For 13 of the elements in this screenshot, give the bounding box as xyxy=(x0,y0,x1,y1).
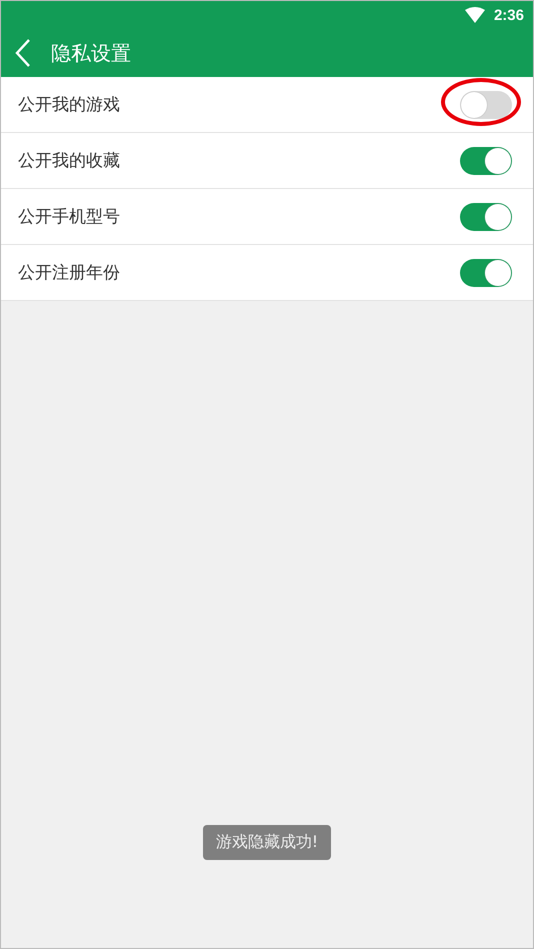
toggle-switch[interactable] xyxy=(460,202,512,230)
status-time: 2:36 xyxy=(494,6,524,24)
wifi-icon xyxy=(464,7,485,23)
toggle-switch[interactable] xyxy=(460,258,512,286)
setting-label: 公开注册年份 xyxy=(18,262,120,284)
toast-message: 游戏隐藏成功! xyxy=(202,825,332,860)
toggle-switch[interactable] xyxy=(460,90,512,118)
screen-title: 隐私设置 xyxy=(51,40,131,66)
setting-label: 公开手机型号 xyxy=(18,206,120,228)
setting-label: 公开我的游戏 xyxy=(18,94,120,116)
toggle-switch[interactable] xyxy=(460,146,512,174)
setting-label: 公开我的收藏 xyxy=(18,150,120,172)
back-icon[interactable] xyxy=(15,39,31,67)
